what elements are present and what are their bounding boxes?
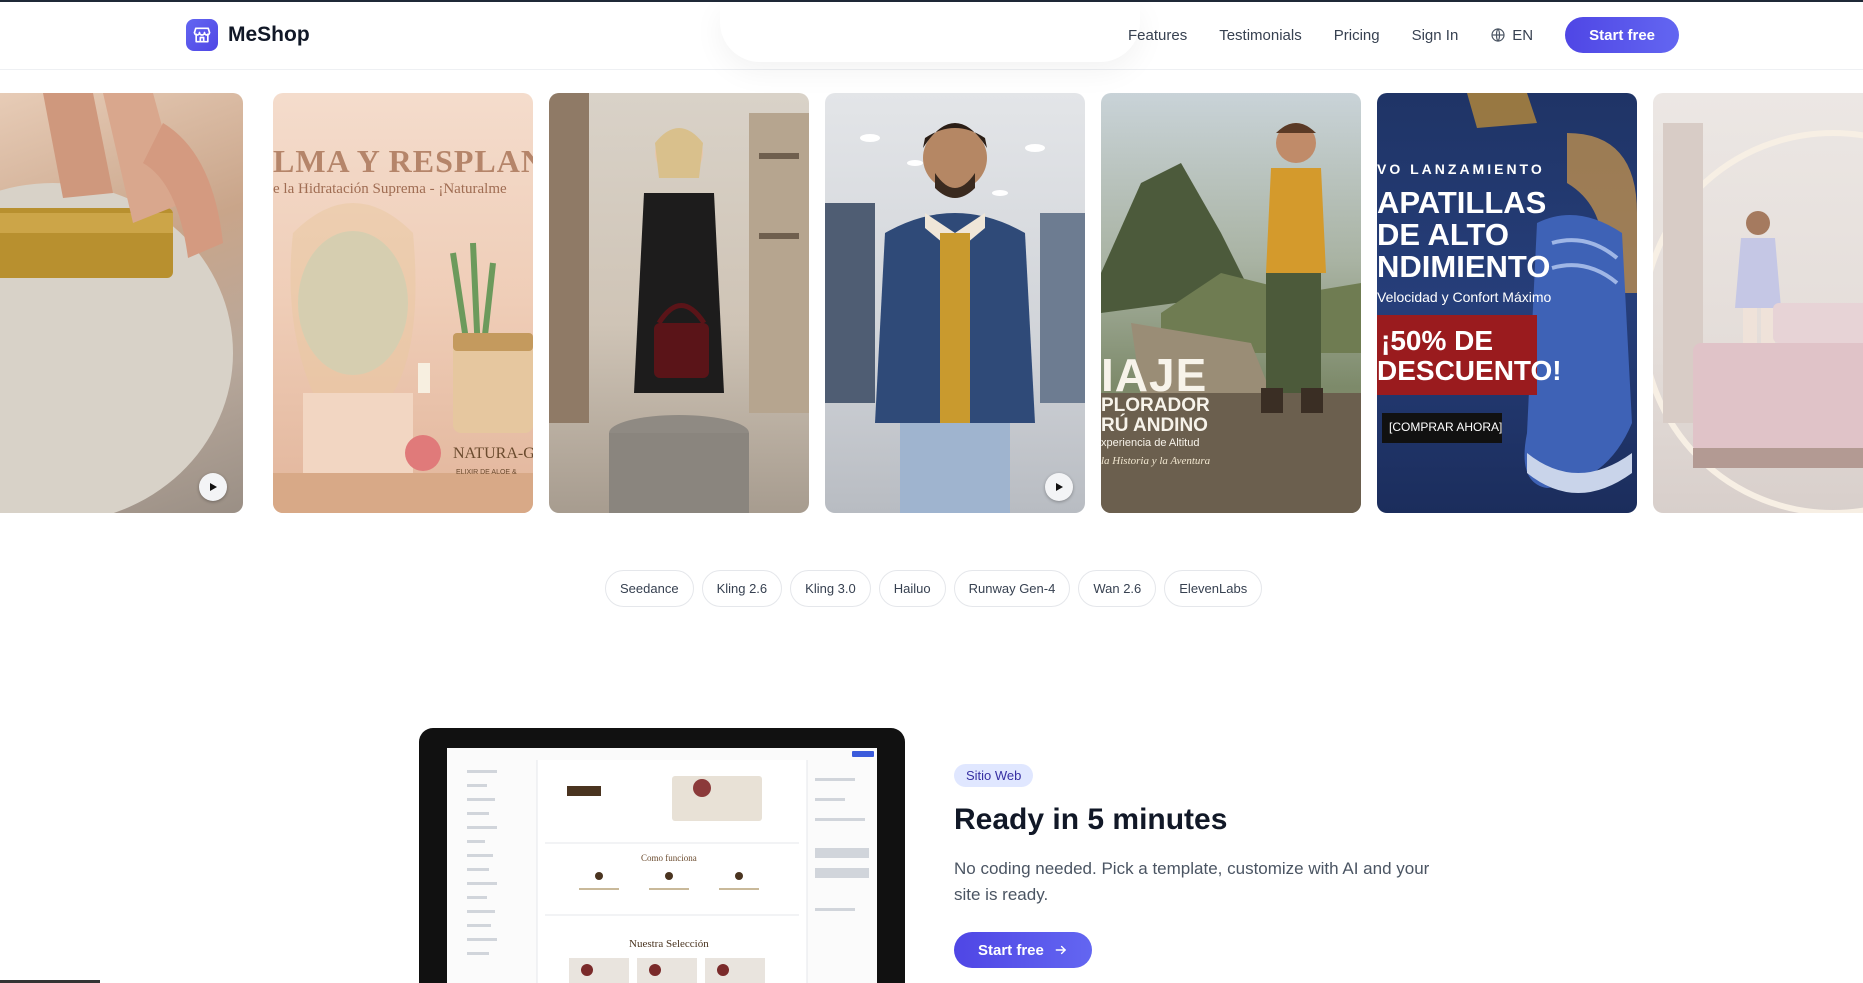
denim-illustration xyxy=(825,123,1085,513)
travel-line-3: RÚ ANDINO xyxy=(1101,415,1208,436)
preview-heading-selection: Nuestra Selección xyxy=(629,938,709,950)
sneaker-discount-1: ¡50% DE xyxy=(1381,325,1494,356)
preview-heading-how: Como funciona xyxy=(641,853,697,863)
sneaker-discount-2: DESCUENTO! xyxy=(1377,355,1562,386)
skincare-headline: LMA Y RESPLAND xyxy=(273,143,533,179)
section-badge: Sitio Web xyxy=(954,764,1034,787)
chip-runway-gen-4[interactable]: Runway Gen-4 xyxy=(953,570,1071,607)
bedroom-illustration xyxy=(1653,123,1863,513)
sneaker-eyebrow: VO LANZAMIENTO xyxy=(1377,161,1545,177)
gallery-card-denim[interactable] xyxy=(825,93,1085,513)
store-icon xyxy=(186,19,218,51)
laptop-mockup: Como funciona Nuestra Selección xyxy=(419,728,905,983)
chip-hailuo[interactable]: Hailuo xyxy=(878,570,946,607)
travel-headline: IAJE xyxy=(1101,349,1208,401)
skincare-product-sub: ELIXIR DE ALOE & xyxy=(456,469,517,476)
language-label: EN xyxy=(1512,26,1534,44)
sneaker-headline-2: DE ALTO xyxy=(1377,217,1510,252)
start-free-label: Start free xyxy=(978,941,1044,959)
boutique-illustration xyxy=(549,93,809,513)
gallery-card-sneaker[interactable]: VO LANZAMIENTO APATILLAS DE ALTO NDIMIEN… xyxy=(1377,93,1637,513)
travel-line-2: PLORADOR xyxy=(1101,395,1210,416)
chip-wan-2-6[interactable]: Wan 2.6 xyxy=(1078,570,1157,607)
nav-testimonials[interactable]: Testimonials xyxy=(1219,27,1302,44)
nav-features[interactable]: Features xyxy=(1128,27,1187,44)
nav-pricing[interactable]: Pricing xyxy=(1334,27,1380,44)
header-glow xyxy=(720,2,1140,62)
chip-seedance[interactable]: Seedance xyxy=(605,570,694,607)
gallery-card-boutique[interactable] xyxy=(549,93,809,513)
site-header: MeShop Features Testimonials Pricing Sig… xyxy=(0,2,1863,70)
sneaker-subline: Velocidad y Confort Máximo xyxy=(1377,289,1552,305)
cream-jar-illustration xyxy=(0,93,233,513)
nav-sign-in[interactable]: Sign In xyxy=(1412,27,1459,44)
start-free-header-button[interactable]: Start free xyxy=(1565,17,1679,53)
play-button[interactable] xyxy=(199,473,227,501)
start-free-feature-button[interactable]: Start free xyxy=(954,932,1092,968)
gallery-card-skincare[interactable]: LMA Y RESPLAND e la Hidratación Suprema … xyxy=(273,93,533,513)
model-chips: Seedance Kling 2.6 Kling 3.0 Hailuo Runw… xyxy=(605,570,1263,607)
brand[interactable]: MeShop xyxy=(186,19,310,51)
travel-line-5: la Historia y la Aventura xyxy=(1101,455,1211,467)
travel-line-4: xperiencia de Altitud xyxy=(1101,437,1200,449)
video-gallery: LMA Y RESPLAND e la Hidratación Suprema … xyxy=(0,93,1863,513)
chip-kling-2-6[interactable]: Kling 2.6 xyxy=(701,570,783,607)
chip-kling-3-0[interactable]: Kling 3.0 xyxy=(790,570,871,607)
language-switcher[interactable]: EN xyxy=(1490,27,1533,44)
main-nav: Features Testimonials Pricing Sign In EN… xyxy=(1128,17,1679,53)
globe-icon xyxy=(1491,28,1505,42)
sneaker-cta-label: [COMPRAR AHORA] xyxy=(1389,420,1503,434)
arrow-right-icon xyxy=(1055,945,1066,955)
brand-name: MeShop xyxy=(228,23,310,46)
chip-elevenlabs[interactable]: ElevenLabs xyxy=(1164,570,1263,607)
sneaker-headline-1: APATILLAS xyxy=(1377,185,1547,220)
play-button[interactable] xyxy=(1045,473,1073,501)
travel-illustration xyxy=(1101,123,1361,513)
gallery-card-bedroom[interactable] xyxy=(1653,93,1863,513)
feature-title: Ready in 5 minutes xyxy=(954,803,1228,836)
gallery-card-cream-jar[interactable] xyxy=(0,93,243,513)
feature-description: No coding needed. Pick a template, custo… xyxy=(954,859,1430,904)
play-icon xyxy=(1056,483,1063,491)
skincare-subline: e la Hidratación Suprema - ¡Naturalme xyxy=(273,181,507,197)
sneaker-headline-3: NDIMIENTO xyxy=(1377,249,1551,284)
website-builder-preview: Como funciona Nuestra Selección xyxy=(447,748,877,983)
skincare-product-name: NATURA-G xyxy=(453,445,533,462)
gallery-card-travel[interactable]: IAJE PLORADOR RÚ ANDINO xperiencia de Al… xyxy=(1101,93,1361,513)
play-icon xyxy=(210,483,217,491)
